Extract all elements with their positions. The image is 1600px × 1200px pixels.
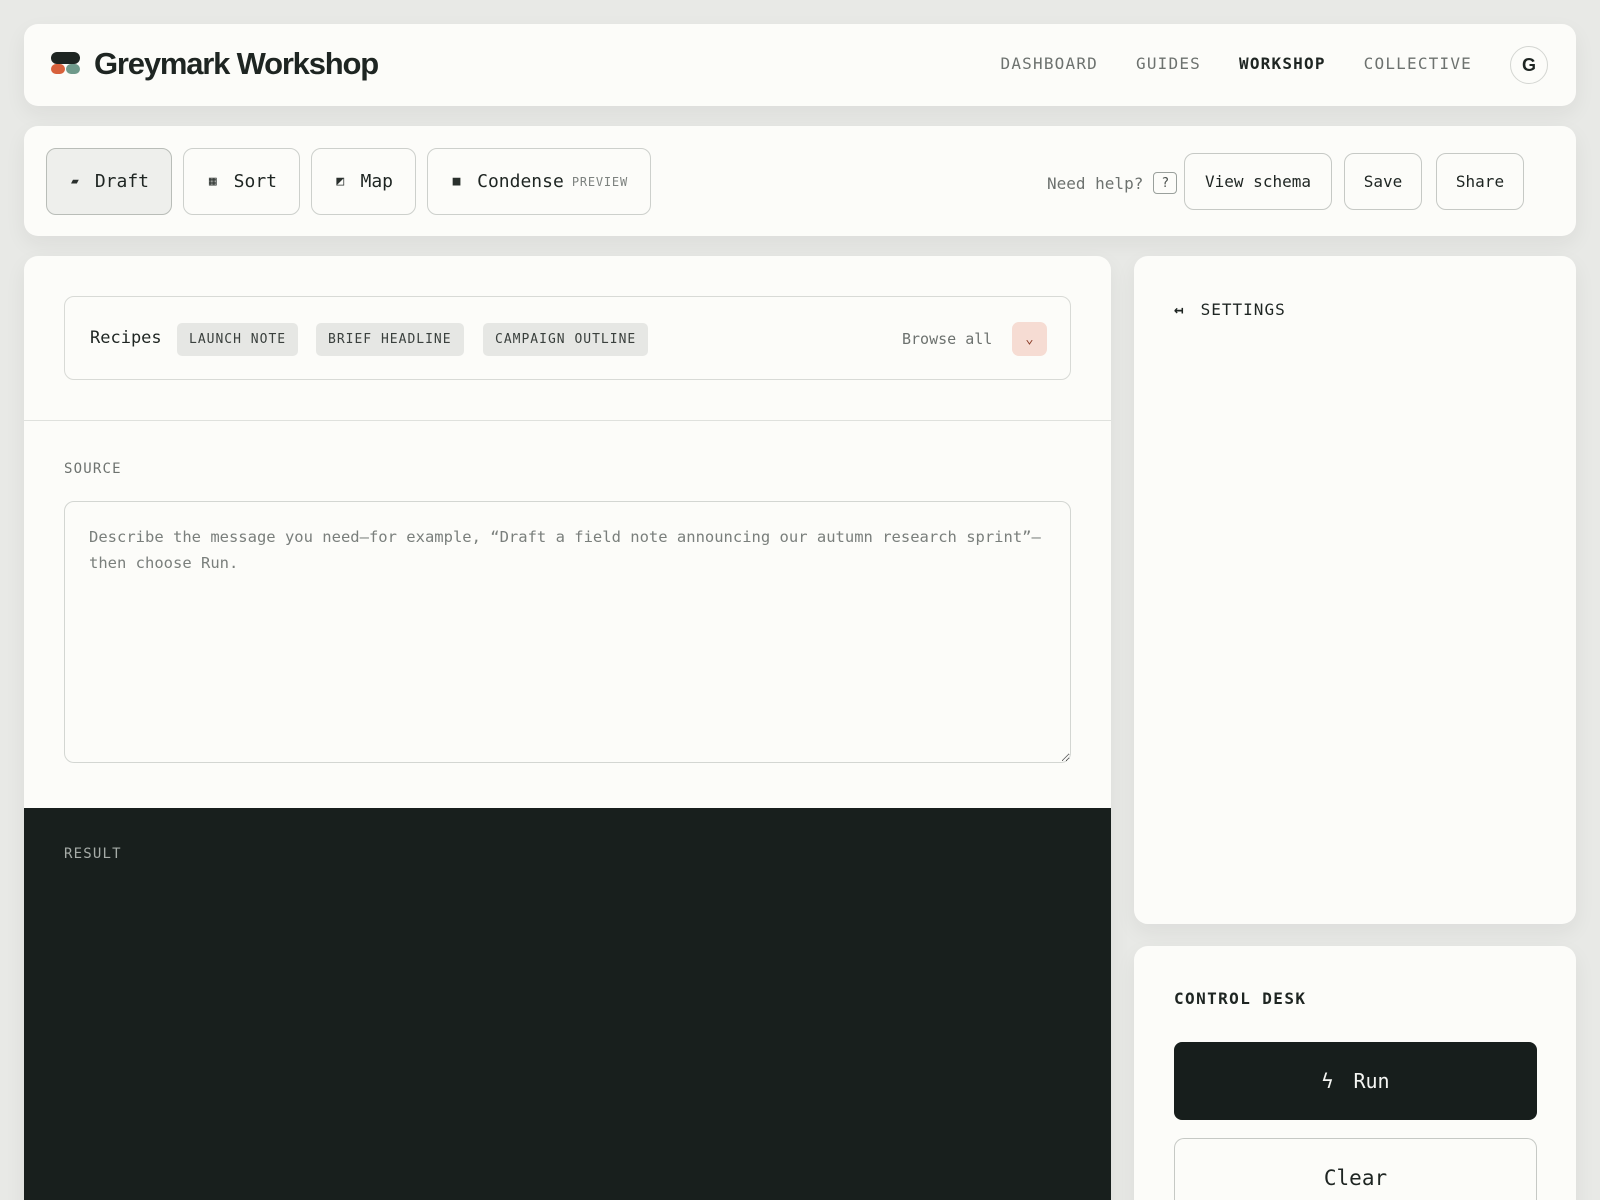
greymark-logo-icon bbox=[50, 51, 82, 77]
mode-draft-label: Draft bbox=[94, 171, 149, 192]
view-schema-button[interactable]: View schema bbox=[1184, 153, 1332, 210]
nav-guides[interactable]: GUIDES bbox=[1136, 54, 1201, 73]
nav-collective[interactable]: COLLECTIVE bbox=[1364, 54, 1472, 73]
result-label: RESULT bbox=[64, 846, 122, 862]
brand[interactable]: Greymark Workshop bbox=[50, 46, 379, 82]
nav-workshop[interactable]: WORKSHOP bbox=[1239, 54, 1326, 73]
mode-map-button[interactable]: ◩ Map bbox=[311, 148, 416, 215]
main-nav: DASHBOARD GUIDES WORKSHOP COLLECTIVE bbox=[1001, 54, 1473, 73]
recipe-chip-launch-note[interactable]: LAUNCH NOTE bbox=[177, 323, 299, 356]
logo-bar bbox=[51, 52, 80, 64]
control-desk-panel: CONTROL DESK ϟ Run Clear bbox=[1134, 946, 1576, 1200]
mode-toolbar: ▰ Draft ▦ Sort ◩ Map ■ Condense PREVIEW … bbox=[24, 126, 1576, 236]
mode-condense-button[interactable]: ■ Condense PREVIEW bbox=[427, 148, 651, 215]
share-button[interactable]: Share bbox=[1436, 153, 1524, 210]
settings-label: SETTINGS bbox=[1200, 300, 1286, 319]
settings-panel: ↤ SETTINGS bbox=[1134, 256, 1576, 924]
user-avatar[interactable]: G bbox=[1510, 46, 1548, 84]
recipes-bar: Recipes LAUNCH NOTE BRIEF HEADLINE CAMPA… bbox=[64, 296, 1071, 380]
logo-dot-orange bbox=[51, 64, 65, 74]
recipes-label: Recipes bbox=[90, 328, 162, 348]
clear-button[interactable]: Clear bbox=[1174, 1138, 1537, 1200]
recipe-chip-brief-headline[interactable]: BRIEF HEADLINE bbox=[316, 323, 464, 356]
mode-sort-label: Sort bbox=[233, 171, 277, 192]
settings-toggle[interactable]: ↤ SETTINGS bbox=[1174, 300, 1286, 319]
recipe-chip-campaign-outline[interactable]: CAMPAIGN OUTLINE bbox=[483, 323, 649, 356]
mode-sort-button[interactable]: ▦ Sort bbox=[183, 148, 300, 215]
collapse-arrow-icon: ↤ bbox=[1174, 300, 1185, 319]
question-icon: ? bbox=[1153, 172, 1178, 194]
help-link[interactable]: Need help? ? bbox=[1047, 172, 1178, 194]
source-label: SOURCE bbox=[64, 461, 122, 477]
grid-icon: ▦ bbox=[208, 174, 217, 189]
help-text: Need help? bbox=[1047, 173, 1144, 193]
bolt-icon: ϟ bbox=[1321, 1069, 1334, 1093]
pen-icon: ▰ bbox=[70, 174, 79, 189]
square-icon: ■ bbox=[452, 174, 461, 189]
run-label: Run bbox=[1353, 1069, 1390, 1093]
logo-dot-sage bbox=[66, 64, 80, 74]
result-panel: RESULT bbox=[24, 808, 1111, 1200]
section-divider bbox=[24, 420, 1111, 421]
chevron-down-icon[interactable]: ⌄ bbox=[1012, 322, 1047, 356]
top-header: Greymark Workshop DASHBOARD GUIDES WORKS… bbox=[24, 24, 1576, 106]
workspace-panel: Recipes LAUNCH NOTE BRIEF HEADLINE CAMPA… bbox=[24, 256, 1111, 1200]
mode-map-label: Map bbox=[360, 171, 393, 192]
source-input[interactable] bbox=[64, 501, 1071, 763]
map-icon: ◩ bbox=[336, 174, 345, 189]
run-button[interactable]: ϟ Run bbox=[1174, 1042, 1537, 1120]
brand-name: Greymark Workshop bbox=[94, 46, 379, 81]
mode-condense-label: Condense bbox=[477, 171, 564, 192]
save-button[interactable]: Save bbox=[1344, 153, 1422, 210]
preview-badge: PREVIEW bbox=[571, 174, 628, 189]
mode-draft-button[interactable]: ▰ Draft bbox=[46, 148, 172, 215]
nav-dashboard[interactable]: DASHBOARD bbox=[1001, 54, 1099, 73]
browse-all-link[interactable]: Browse all bbox=[902, 330, 992, 348]
control-desk-title: CONTROL DESK bbox=[1174, 989, 1307, 1008]
